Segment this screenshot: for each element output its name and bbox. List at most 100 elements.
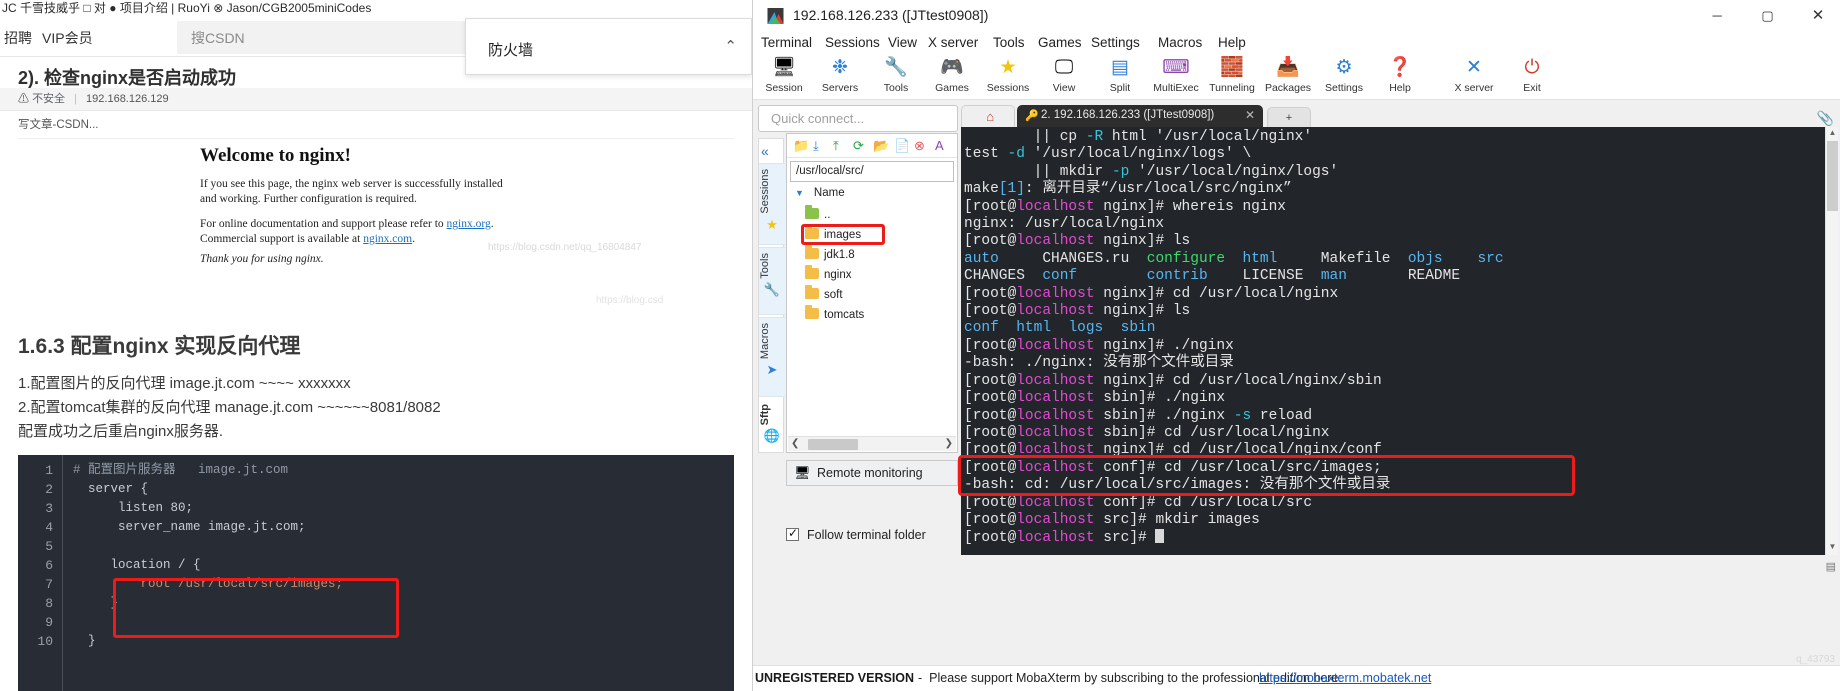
terminal-session-tab[interactable]: 🔑 2. 192.168.126.233 ([JTtest0908]) ✕ bbox=[1017, 105, 1263, 127]
code-line: } bbox=[73, 634, 96, 648]
delete-icon[interactable]: ⊗ bbox=[914, 138, 925, 154]
line-number: 4 bbox=[45, 520, 53, 535]
paperclip-icon[interactable]: 📎 bbox=[1817, 110, 1834, 127]
menu-macros[interactable]: Macros bbox=[1158, 35, 1202, 50]
toolbar-label: Exit bbox=[1523, 82, 1541, 94]
terminal-line: [root@localhost sbin]# ./nginx -s reload bbox=[964, 408, 1827, 425]
quick-connect-input[interactable]: Quick connect... bbox=[758, 105, 958, 132]
scroll-up-icon[interactable]: ▲ bbox=[1827, 128, 1838, 140]
firewall-popup[interactable]: 防火墙 ⌃ bbox=[465, 18, 752, 75]
sftp-row-up[interactable]: .. bbox=[805, 205, 830, 221]
terminal-line: [root@localhost src]# mkdir images bbox=[964, 512, 1827, 529]
menu-terminal[interactable]: Terminal bbox=[761, 35, 812, 50]
toolbar-label: Tools bbox=[883, 82, 909, 94]
address-bar[interactable]: ⚠ 不安全 | 192.168.126.129 bbox=[0, 88, 752, 111]
terminal-scrollbar[interactable]: ▲ ▼ bbox=[1825, 127, 1838, 555]
toolbar-servers[interactable]: ❉ Servers bbox=[811, 56, 869, 94]
terminal-text: [root@ bbox=[964, 233, 1017, 250]
toolbar-session[interactable]: 🖥 Session bbox=[755, 56, 813, 94]
side-tab-sftp[interactable]: Sftp 🌐 bbox=[759, 399, 785, 444]
scroll-left-icon[interactable]: ❮ bbox=[791, 438, 799, 449]
bookmark-jobs[interactable]: 招聘 bbox=[4, 28, 32, 48]
scroll-down-icon[interactable]: ▼ bbox=[1827, 542, 1838, 554]
terminal-text: localhost bbox=[1016, 424, 1095, 441]
toolbar-games[interactable]: 🎮 Games bbox=[923, 56, 981, 94]
folder-icon bbox=[805, 285, 819, 299]
session-icon: 🖥 bbox=[771, 57, 797, 78]
side-tab-macros[interactable]: Macros ➤ bbox=[759, 317, 785, 397]
scroll-thumb[interactable] bbox=[808, 439, 858, 450]
terminal-text: localhost bbox=[1016, 407, 1095, 424]
split-icon: ▤ bbox=[1111, 57, 1129, 78]
sftp-row-soft[interactable]: soft bbox=[805, 285, 843, 301]
sftp-row-jdk[interactable]: jdk1.8 bbox=[805, 245, 855, 261]
gear-icon: ⚙ bbox=[1335, 57, 1353, 78]
close-tab-icon[interactable]: ✕ bbox=[1245, 108, 1255, 122]
new-file-icon[interactable]: 📄 bbox=[894, 138, 910, 154]
menu-view[interactable]: View bbox=[888, 35, 917, 50]
nginx-com-link[interactable]: nginx.com bbox=[363, 233, 412, 245]
toolbar-multiexec[interactable]: ⌨ MultiExec bbox=[1147, 56, 1205, 94]
toolbar-settings[interactable]: ⚙ Settings bbox=[1315, 56, 1373, 94]
sftp-row-nginx[interactable]: nginx bbox=[805, 265, 852, 281]
checkbox-icon[interactable] bbox=[786, 526, 799, 541]
new-tab-button[interactable]: + bbox=[1267, 107, 1311, 127]
menu-games[interactable]: Games bbox=[1038, 35, 1082, 50]
side-tab-label: Tools bbox=[759, 253, 771, 279]
close-button[interactable]: ✕ bbox=[1795, 0, 1840, 32]
sftp-row-images[interactable]: images bbox=[805, 225, 861, 241]
side-bar-toggle-icon[interactable]: ▤ bbox=[1826, 560, 1836, 573]
up-dir-icon[interactable]: 📁 bbox=[793, 138, 809, 154]
follow-terminal-folder-checkbox[interactable]: Follow terminal folder bbox=[786, 526, 926, 542]
folder-icon bbox=[805, 265, 819, 279]
toolbar-view[interactable]: 🖵 View bbox=[1035, 56, 1093, 94]
refresh-icon[interactable]: ⟳ bbox=[853, 138, 864, 154]
text-icon[interactable]: A bbox=[935, 138, 944, 153]
upload-icon[interactable]: ⤒ bbox=[833, 138, 839, 154]
terminal-text: -p bbox=[1111, 163, 1130, 180]
mobaxterm-link[interactable]: https://mobaxterm.mobatek.net bbox=[1259, 671, 1431, 685]
scroll-right-icon[interactable]: ❯ bbox=[945, 438, 953, 449]
maximize-button[interactable]: ▢ bbox=[1745, 0, 1791, 32]
menu-tools[interactable]: Tools bbox=[993, 35, 1025, 50]
minimize-button[interactable]: ─ bbox=[1694, 0, 1740, 32]
chevron-up-icon[interactable]: ⌃ bbox=[724, 37, 737, 55]
side-tab-sessions[interactable]: Sessions ★ bbox=[759, 163, 785, 245]
terminal-output[interactable]: || cp -R html '/usr/local/nginx' test -d … bbox=[961, 127, 1827, 555]
toolbar-split[interactable]: ▤ Split bbox=[1091, 56, 1149, 94]
remote-monitoring-button[interactable]: 🖥 Remote monitoring bbox=[786, 460, 958, 486]
toolbar-packages[interactable]: 📥 Packages bbox=[1259, 56, 1317, 94]
menu-sessions[interactable]: Sessions bbox=[825, 35, 880, 50]
toolbar-tools[interactable]: 🔧 Tools bbox=[867, 56, 925, 94]
menu-settings[interactable]: Settings bbox=[1091, 35, 1140, 50]
file-name: tomcats bbox=[824, 309, 865, 321]
toolbar-tunneling[interactable]: 🧱 Tunneling bbox=[1203, 56, 1261, 94]
new-folder-icon[interactable]: 📂 bbox=[873, 138, 889, 154]
sftp-horizontal-scrollbar[interactable]: ❮ ❯ bbox=[788, 436, 956, 451]
nginx-org-link[interactable]: nginx.org bbox=[447, 218, 491, 230]
home-tab[interactable]: home-icon ⌂ bbox=[961, 105, 1015, 127]
side-tab-tools[interactable]: Tools 🔧 bbox=[759, 247, 785, 315]
sftp-path-input[interactable]: /usr/local/src/ bbox=[790, 161, 954, 182]
download-icon[interactable]: ⤓ bbox=[813, 138, 819, 154]
sftp-row-tomcats[interactable]: tomcats bbox=[805, 305, 865, 321]
bookmark-vip[interactable]: VIP会员 bbox=[42, 28, 93, 48]
scroll-thumb[interactable] bbox=[1827, 141, 1838, 211]
insecure-label: 不安全 bbox=[32, 93, 66, 105]
toolbar-exit[interactable]: ⏻ Exit bbox=[1503, 56, 1561, 94]
search-input[interactable]: 搜CSDN bbox=[177, 21, 467, 54]
menu-xserver[interactable]: X server bbox=[928, 35, 978, 50]
folder-up-icon bbox=[805, 205, 819, 219]
line-number: 6 bbox=[45, 558, 53, 573]
nginx-para-2: For online documentation and support ple… bbox=[200, 217, 520, 247]
sftp-column-header[interactable]: ▼ Name bbox=[795, 187, 845, 199]
toolbar-xserver[interactable]: ✕ X server bbox=[1445, 56, 1503, 94]
footer-bar: UNREGISTERED VERSION - Please support Mo… bbox=[753, 654, 1840, 691]
menu-help[interactable]: Help bbox=[1218, 35, 1246, 50]
servers-icon: ❉ bbox=[832, 57, 848, 78]
code-lines: # 配置图片服务器 image.jt.com server { listen 8… bbox=[73, 461, 343, 651]
collapse-icon[interactable]: « bbox=[761, 143, 769, 159]
toolbar-sessions[interactable]: ★ Sessions bbox=[979, 56, 1037, 94]
toolbar-help[interactable]: ❓ Help bbox=[1371, 56, 1429, 94]
